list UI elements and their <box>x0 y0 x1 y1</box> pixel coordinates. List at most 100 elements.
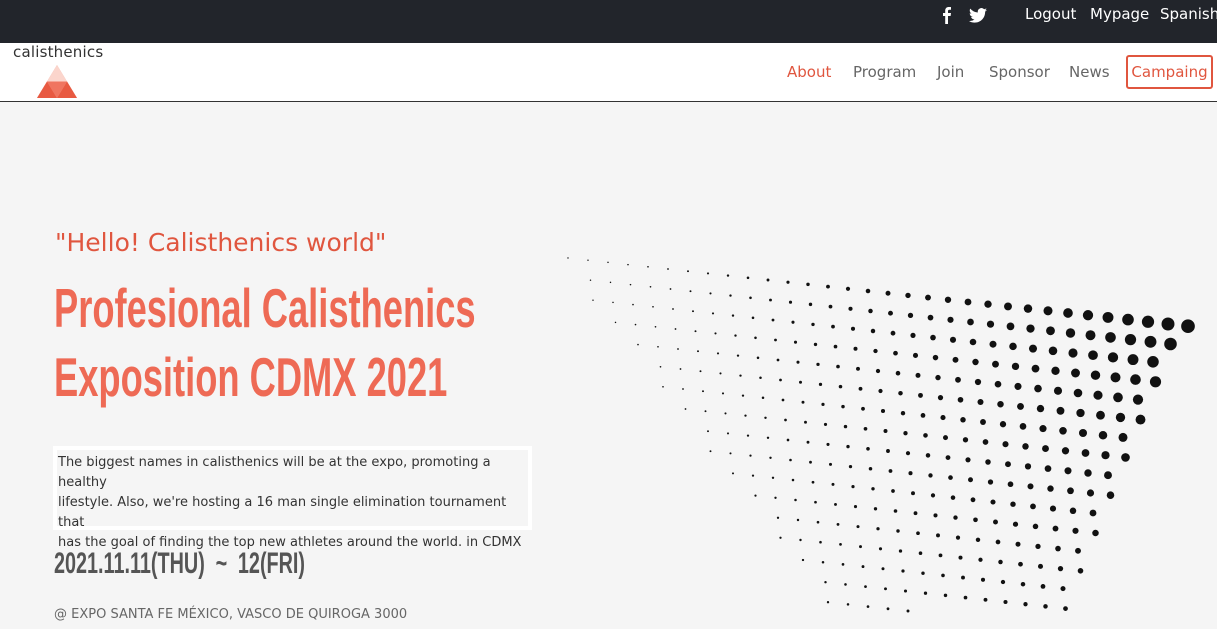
logout-link[interactable]: Logout <box>1025 5 1076 23</box>
halftone-dot <box>637 343 639 346</box>
halftone-dot <box>756 356 760 360</box>
halftone-dot <box>1102 311 1114 323</box>
halftone-dot <box>888 469 893 473</box>
halftone-dot <box>935 374 941 381</box>
halftone-dot <box>1023 304 1033 313</box>
halftone-dot <box>1127 354 1139 366</box>
halftone-dot <box>776 358 780 362</box>
halftone-dot <box>1072 527 1079 534</box>
halftone-dot <box>716 352 720 355</box>
halftone-dot <box>1034 384 1042 393</box>
halftone-dot <box>980 577 986 582</box>
halftone-dot <box>587 259 589 261</box>
nav-join[interactable]: Join <box>937 63 964 81</box>
halftone-dot <box>916 531 920 536</box>
halftone-dot <box>826 442 830 446</box>
halftone-dot <box>1010 501 1016 507</box>
halftone-dot <box>962 437 969 443</box>
halftone-dot <box>885 290 891 296</box>
halftone-dot <box>769 298 772 302</box>
halftone-dot <box>1132 394 1144 405</box>
nav-news[interactable]: News <box>1069 63 1110 81</box>
halftone-dot <box>836 522 840 526</box>
halftone-dot <box>789 458 792 462</box>
halftone-dot <box>1098 430 1108 440</box>
halftone-dot <box>814 500 817 504</box>
twitter-icon[interactable] <box>969 5 987 25</box>
halftone-dot <box>1060 586 1066 592</box>
halftone-dot <box>912 352 919 358</box>
halftone-dot <box>1081 449 1090 457</box>
halftone-dot <box>870 328 876 334</box>
halftone-dot <box>726 274 730 277</box>
halftone-dot <box>761 396 765 400</box>
halftone-dot <box>982 439 989 445</box>
halftone-dot <box>1055 545 1061 552</box>
halftone-dot <box>1014 382 1022 390</box>
facebook-icon[interactable] <box>940 5 952 25</box>
halftone-dot <box>918 551 923 555</box>
halftone-dot <box>1067 487 1074 495</box>
halftone-dot <box>811 322 815 327</box>
nav-program[interactable]: Program <box>853 63 916 81</box>
halftone-dot <box>1026 324 1035 333</box>
intro-line: lifestyle. Also, we're hosting a 16 man … <box>58 495 507 530</box>
intro-text: The biggest names in calisthenics will b… <box>57 450 528 550</box>
campaign-button[interactable]: Campaing <box>1126 55 1213 89</box>
halftone-dot <box>861 406 865 411</box>
halftone-dot <box>1101 451 1110 460</box>
halftone-dot <box>714 332 717 335</box>
halftone-dot <box>674 328 677 330</box>
halftone-dot <box>1135 414 1146 425</box>
halftone-dot <box>886 607 890 611</box>
intro-box: The biggest names in calisthenics will b… <box>53 446 532 550</box>
halftone-dot <box>1057 565 1064 572</box>
halftone-dot <box>961 575 965 580</box>
halftone-dot <box>1044 465 1052 472</box>
nav-about[interactable]: About <box>787 63 831 81</box>
halftone-dot <box>875 368 881 374</box>
halftone-dot <box>995 539 1001 545</box>
halftone-dot <box>677 348 679 350</box>
halftone-dot <box>992 360 999 368</box>
halftone-dot <box>831 324 835 329</box>
halftone-dot <box>932 354 939 361</box>
halftone-dot <box>973 517 978 523</box>
mypage-link[interactable]: Mypage <box>1090 5 1149 23</box>
halftone-dot <box>997 400 1004 408</box>
halftone-dot <box>1011 362 1020 371</box>
halftone-dot <box>589 279 592 281</box>
halftone-dot <box>925 294 931 301</box>
event-venue: @ EXPO SANTA FE MÉXICO, VASCO DE QUIROGA… <box>54 607 408 622</box>
triangle-logo-icon[interactable] <box>37 65 77 98</box>
halftone-dot <box>949 336 957 343</box>
halftone-dot <box>1040 584 1046 589</box>
halftone-dot <box>1036 404 1045 413</box>
halftone-dot <box>905 451 911 456</box>
logo-text[interactable]: calisthenics <box>13 43 103 61</box>
halftone-dot <box>667 268 669 270</box>
halftone-dot <box>1073 388 1083 398</box>
halftone-dot <box>816 520 820 524</box>
halftone-dot <box>786 280 790 284</box>
halftone-dot <box>826 601 830 604</box>
halftone-dot <box>744 414 747 417</box>
halftone-dot <box>746 434 750 437</box>
halftone-dot <box>627 263 629 266</box>
halftone-dot <box>883 429 888 433</box>
halftone-dot <box>873 507 878 511</box>
halftone-dot <box>749 454 752 457</box>
halftone-dot <box>845 286 851 291</box>
halftone-dot <box>989 340 997 348</box>
language-spanish-link[interactable]: Spanish <box>1160 5 1217 23</box>
halftone-dot <box>647 265 649 268</box>
halftone-dot <box>1043 604 1048 609</box>
halftone-dot <box>734 334 737 337</box>
halftone-dot <box>657 345 659 348</box>
halftone-dot <box>1004 302 1012 311</box>
halftone-dot <box>839 543 842 546</box>
halftone-dot <box>707 430 709 433</box>
halftone-dot <box>766 278 770 282</box>
nav-sponsor[interactable]: Sponsor <box>989 63 1050 81</box>
halftone-dot <box>786 438 790 442</box>
